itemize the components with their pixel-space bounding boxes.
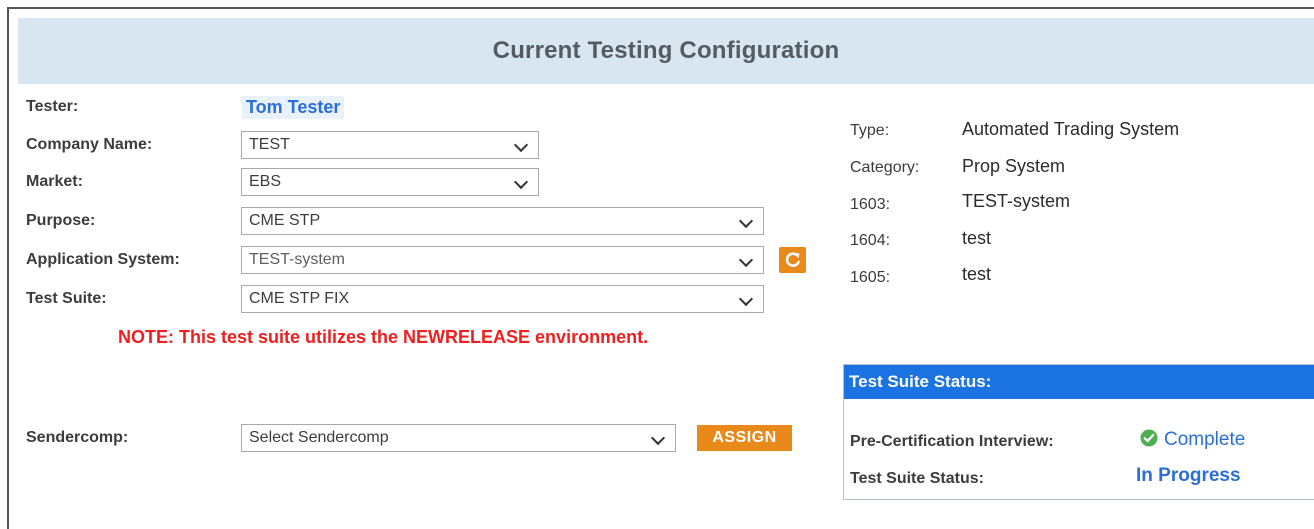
sendercomp-placeholder: Select Sendercomp (249, 429, 389, 446)
application-system-value: TEST-system (249, 251, 346, 268)
company-name-value: TEST (249, 136, 290, 153)
refresh-button[interactable] (779, 247, 806, 273)
purpose-label: Purpose: (26, 212, 96, 229)
tester-name: Tom Tester (242, 96, 345, 119)
field-1605-label: 1605: (850, 269, 891, 286)
test-suite-select[interactable]: CME STP FIX (241, 285, 764, 313)
market-label: Market: (26, 173, 83, 190)
suite-status-label: Test Suite Status: (850, 470, 984, 487)
chevron-down-icon (738, 291, 754, 307)
page-title: Current Testing Configuration (492, 37, 840, 64)
field-1603-value: TEST-system (962, 191, 1071, 211)
header-bar: Current Testing Configuration (18, 18, 1314, 84)
purpose-value: CME STP (249, 212, 321, 229)
field-1603-label: 1603: (850, 196, 891, 213)
category-label: Category: (850, 159, 920, 176)
chevron-down-icon (513, 137, 529, 153)
category-value: Prop System (962, 156, 1066, 176)
type-label: Type: (850, 122, 890, 139)
interview-status-value: Complete (1164, 429, 1246, 450)
application-system-select[interactable]: TEST-system (241, 246, 764, 274)
market-value: EBS (249, 173, 282, 190)
test-suite-status-panel: Test Suite Status: Pre-Certification Int… (843, 364, 1314, 500)
field-1604-value: test (962, 228, 992, 248)
test-suite-label: Test Suite: (26, 290, 107, 307)
check-circle-icon (1140, 429, 1158, 447)
interview-label: Pre-Certification Interview: (850, 433, 1054, 450)
status-panel-title: Test Suite Status: (844, 365, 1314, 399)
tester-label: Tester: (26, 98, 79, 115)
chevron-down-icon (513, 174, 529, 190)
environment-note: NOTE: This test suite utilizes the NEWRE… (118, 327, 649, 347)
suite-status-value: In Progress (1136, 465, 1241, 486)
test-suite-value: CME STP FIX (249, 290, 350, 307)
assign-button[interactable]: ASSIGN (697, 425, 792, 451)
company-name-label: Company Name: (26, 136, 153, 153)
application-system-label: Application System: (26, 251, 180, 268)
company-name-select[interactable]: TEST (241, 131, 539, 159)
chevron-down-icon (738, 252, 754, 268)
purpose-select[interactable]: CME STP (241, 207, 764, 235)
type-value: Automated Trading System (962, 119, 1180, 139)
field-1605-value: test (962, 264, 992, 284)
chevron-down-icon (650, 430, 666, 446)
market-select[interactable]: EBS (241, 168, 539, 196)
sendercomp-select[interactable]: Select Sendercomp (241, 424, 676, 452)
sendercomp-label: Sendercomp: (26, 429, 129, 446)
field-1604-label: 1604: (850, 232, 891, 249)
chevron-down-icon (738, 213, 754, 229)
refresh-icon (785, 252, 800, 267)
